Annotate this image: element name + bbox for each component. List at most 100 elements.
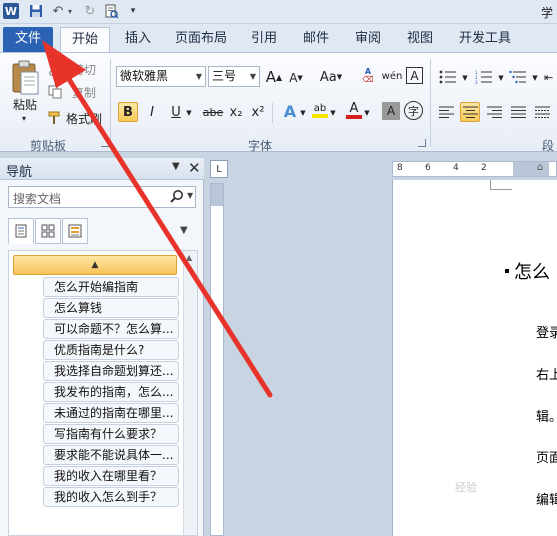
bullets-dropdown-icon[interactable]: ▼ — [460, 68, 470, 88]
subscript-label: x₂ — [229, 104, 243, 120]
tab-selector[interactable]: L — [210, 160, 228, 178]
enclose-characters-button[interactable]: 字 — [404, 101, 423, 120]
horizontal-ruler[interactable]: 8 6 4 2 ⌂ — [392, 161, 557, 177]
document-line[interactable]: 登录 — [536, 322, 557, 341]
align-center-button[interactable] — [460, 102, 480, 122]
search-input[interactable]: 搜索文档 — [13, 190, 61, 207]
collapse-all-button[interactable]: ▲ — [13, 255, 177, 275]
highlight-dropdown-icon[interactable]: ▼ — [328, 103, 338, 123]
save-icon[interactable] — [28, 3, 44, 19]
tab-developer[interactable]: 开发工具 — [454, 27, 516, 52]
character-border-button[interactable]: A — [406, 67, 423, 84]
paste-icon[interactable] — [8, 59, 42, 97]
align-left-button[interactable] — [436, 102, 456, 122]
print-preview-icon[interactable] — [103, 3, 119, 19]
grow-font-button[interactable]: A ▲ — [264, 67, 284, 87]
phonetic-guide-label: wén — [381, 70, 403, 82]
tab-results[interactable] — [62, 218, 88, 244]
pages-view-icon — [41, 224, 55, 238]
tab-mailings[interactable]: 邮件 — [298, 27, 334, 52]
tab-pages[interactable] — [35, 218, 61, 244]
italic-button[interactable]: I — [142, 102, 162, 122]
subscript-button[interactable]: x₂ — [226, 102, 246, 122]
underline-button[interactable]: U — [166, 102, 186, 122]
document-line[interactable]: 辑。 — [536, 406, 557, 425]
font-size-combo[interactable]: 三号 ▼ — [208, 66, 260, 87]
list-item[interactable]: 我的收入在哪里看？ — [43, 466, 179, 486]
vertical-ruler[interactable] — [210, 183, 224, 536]
close-icon[interactable]: ✕ — [188, 159, 201, 177]
list-item[interactable]: 要求能不能说具体一... — [43, 445, 179, 465]
list-item[interactable]: 怎么开始编指南 — [43, 277, 179, 297]
redo-icon[interactable]: ↻ — [82, 3, 98, 19]
decrease-indent-button[interactable]: ⇤ — [544, 67, 557, 87]
tab-review[interactable]: 审阅 — [350, 27, 386, 52]
tab-page-layout[interactable]: 页面布局 — [172, 27, 230, 52]
document-heading[interactable]: 怎么 — [514, 258, 550, 284]
format-painter-button[interactable]: 格式刷 — [48, 109, 102, 127]
search-dropdown-icon[interactable]: ▼ — [187, 191, 193, 200]
nav-scrollbar[interactable]: ▲ — [183, 251, 197, 535]
paste-dropdown-icon[interactable]: ▾ — [18, 113, 30, 123]
bold-button[interactable]: B — [118, 102, 138, 122]
text-effects-button[interactable]: A — [280, 101, 300, 121]
justify-button[interactable] — [508, 102, 528, 122]
list-item[interactable]: 可以命题不？怎么算... — [43, 319, 179, 339]
character-border-label: A — [410, 68, 419, 83]
word-app-icon[interactable]: W — [3, 3, 19, 19]
copy-button[interactable]: 复制 — [48, 83, 96, 101]
list-item[interactable]: 我的收入怎么到手？ — [43, 487, 179, 507]
indent-marker-icon[interactable]: ⌂ — [537, 162, 543, 173]
strikethrough-button[interactable]: abe — [200, 102, 226, 122]
shrink-font-button[interactable]: A ▼ — [286, 68, 306, 88]
list-item[interactable]: 优质指南是什么? — [43, 340, 179, 360]
paste-button[interactable]: 粘贴 — [8, 96, 42, 112]
scroll-up-icon[interactable]: ▲ — [186, 253, 192, 262]
font-launcher-icon[interactable] — [418, 139, 426, 147]
numbering-dropdown-icon[interactable]: ▼ — [496, 68, 506, 88]
list-item[interactable]: 未通过的指南在哪里... — [43, 403, 179, 423]
highlight-button[interactable]: ab — [310, 100, 330, 120]
tab-headings[interactable] — [8, 218, 34, 244]
tab-file[interactable]: 文件 — [3, 27, 53, 52]
change-case-button[interactable]: Aa ▼ — [318, 67, 344, 87]
align-right-button[interactable] — [484, 102, 504, 122]
ribbon: 粘贴 ▾ 剪切 复制 格式刷 剪贴板 微软雅黑 ▼ 三号 ▼ A ▲ A ▼ Aa ▼… — [0, 52, 557, 153]
distributed-button[interactable] — [532, 102, 552, 122]
font-color-button[interactable]: A — [344, 100, 364, 120]
list-item[interactable]: 我选择自命题划算还... — [43, 361, 179, 381]
tab-view[interactable]: 视图 — [402, 27, 438, 52]
font-color-dropdown-icon[interactable]: ▼ — [362, 103, 372, 123]
cut-button[interactable]: 剪切 — [48, 60, 96, 78]
font-name-combo[interactable]: 微软雅黑 ▼ — [116, 66, 206, 87]
tab-insert[interactable]: 插入 — [118, 27, 158, 52]
list-item[interactable]: 写指南有什么要求？ — [43, 424, 179, 444]
bullets-button[interactable] — [436, 67, 460, 87]
list-item[interactable]: 我发布的指南，怎么... — [43, 382, 179, 402]
numbering-button[interactable]: 123 — [472, 67, 496, 87]
nav-options-icon[interactable]: ▼ — [172, 161, 180, 172]
multilevel-dropdown-icon[interactable]: ▼ — [530, 68, 540, 88]
document-line[interactable]: 页面 — [536, 447, 557, 466]
customize-toolbar-icon[interactable]: ▾ — [128, 3, 138, 19]
ribbon-separator — [110, 59, 111, 147]
clipboard-launcher-icon[interactable] — [101, 139, 109, 147]
superscript-button[interactable]: x² — [248, 102, 268, 122]
nav-tabs-dropdown-icon[interactable]: ▼ — [180, 225, 188, 236]
document-line[interactable]: 编辑 — [536, 489, 557, 508]
undo-icon[interactable]: ↶ — [50, 3, 66, 19]
search-icon[interactable] — [169, 189, 185, 205]
phonetic-guide-button[interactable]: wén — [381, 66, 403, 86]
multilevel-list-button[interactable] — [506, 67, 530, 87]
list-item[interactable]: 怎么算钱 — [43, 298, 179, 318]
text-effects-label: A — [283, 101, 297, 121]
character-shading-button[interactable]: A — [382, 102, 400, 120]
undo-dropdown-icon[interactable]: ▾ — [66, 3, 74, 19]
underline-dropdown-icon[interactable]: ▼ — [184, 103, 194, 123]
tab-home[interactable]: 开始 — [60, 27, 110, 52]
search-box[interactable]: 搜索文档 ▼ — [8, 186, 196, 208]
clear-format-button[interactable]: A ⌫ — [358, 66, 378, 86]
text-effects-dropdown-icon[interactable]: ▼ — [298, 103, 308, 123]
tab-references[interactable]: 引用 — [246, 27, 282, 52]
document-line[interactable]: 右上 — [536, 364, 557, 383]
